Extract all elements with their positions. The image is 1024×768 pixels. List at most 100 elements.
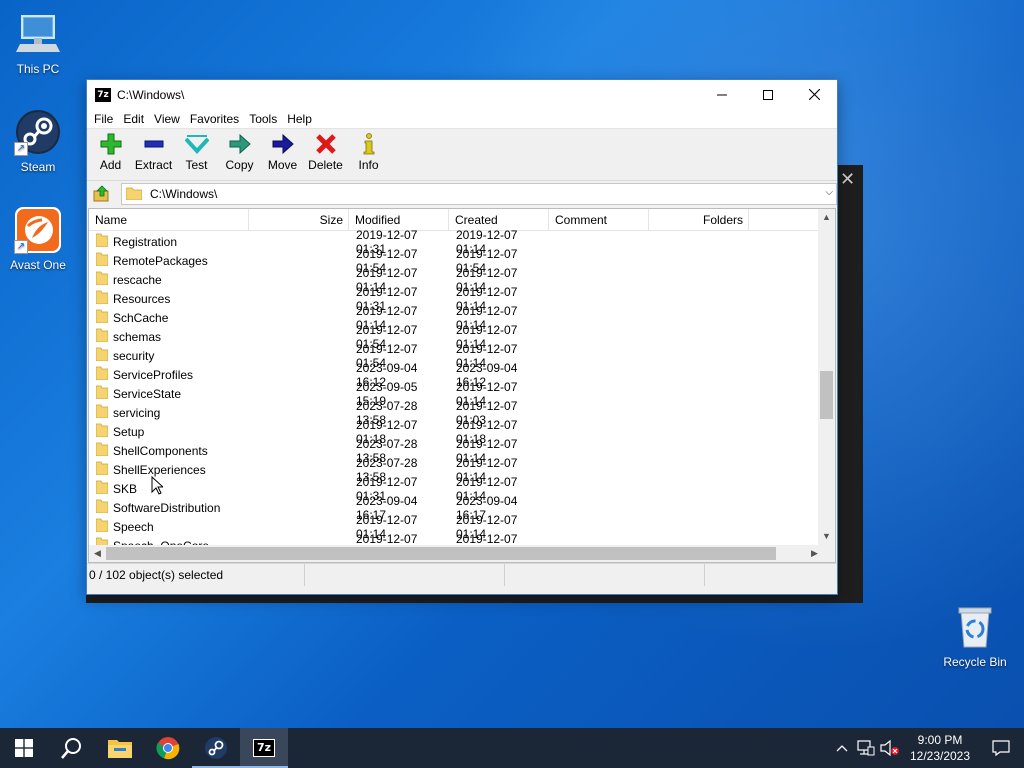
file-name: RemotePackages [113, 253, 208, 268]
start-icon [15, 739, 33, 757]
menu-help[interactable]: Help [282, 112, 317, 126]
title-bar[interactable]: 7z C:\Windows\ [87, 80, 837, 109]
steam-icon [205, 737, 227, 759]
test-button[interactable]: Test [175, 129, 218, 180]
taskbar-steam[interactable] [192, 728, 240, 768]
show-hidden-icons-button[interactable] [830, 728, 854, 768]
desktop-icon-label: Recycle Bin [943, 655, 1007, 669]
desktop-icon-recycle-bin[interactable]: Recycle Bin [937, 603, 1013, 669]
network-icon [857, 740, 875, 756]
minimize-icon [717, 94, 727, 95]
scroll-down-icon[interactable]: ▼ [818, 528, 835, 545]
cell-name: ShellComponents [89, 442, 250, 459]
maximize-button[interactable] [745, 80, 791, 109]
folder-icon [95, 271, 109, 288]
menu-edit[interactable]: Edit [118, 112, 149, 126]
recycle-bin-icon [951, 603, 999, 651]
menu-bar: File Edit View Favorites Tools Help [87, 109, 837, 129]
vertical-scrollbar[interactable]: ▲ ▼ [818, 209, 835, 545]
add-button[interactable]: Add [89, 129, 132, 180]
system-tray: 9:00 PM 12/23/2023 [830, 728, 1024, 768]
action-center-button[interactable] [978, 728, 1024, 768]
close-icon[interactable]: ✕ [840, 169, 855, 190]
clock-time: 9:00 PM [917, 733, 963, 747]
file-name: Speech [113, 519, 154, 534]
move-button[interactable]: Move [261, 129, 304, 180]
delete-icon [314, 133, 338, 155]
info-label: Info [358, 158, 379, 172]
taskbar-7zip[interactable]: 7z [240, 728, 288, 768]
scroll-up-icon[interactable]: ▲ [818, 209, 835, 226]
cell-name: servicing [89, 404, 250, 421]
desktop-icon-this-pc[interactable]: This PC [0, 10, 76, 76]
info-button[interactable]: Info [347, 129, 390, 180]
folder-icon [95, 442, 109, 459]
notification-icon [992, 740, 1010, 756]
horizontal-scroll-thumb[interactable] [106, 547, 776, 560]
folder-icon [95, 385, 109, 402]
cell-name: SoftwareDistribution [89, 499, 250, 516]
steam-icon: ↗ [14, 108, 62, 156]
file-name: ShellExperiences [113, 462, 206, 477]
chevron-down-icon[interactable]: ⌵ [825, 187, 833, 198]
avast-icon: ↗ [14, 206, 62, 254]
status-selection: 0 / 102 object(s) selected [87, 563, 305, 586]
window-title: C:\Windows\ [117, 87, 185, 102]
app-icon: 7z [95, 87, 111, 102]
start-button[interactable] [0, 728, 48, 768]
status-bar: 0 / 102 object(s) selected [87, 563, 837, 586]
add-label: Add [99, 158, 122, 172]
minimize-button[interactable] [699, 80, 745, 109]
file-name: Setup [113, 424, 145, 439]
file-rows: Registration 2019-12-07 01:31 2019-12-07 0… [89, 228, 823, 560]
file-name: servicing [113, 405, 161, 420]
shortcut-arrow-icon: ↗ [14, 142, 28, 156]
clock[interactable]: 9:00 PM 12/23/2023 [902, 732, 978, 764]
volume-button[interactable] [878, 728, 902, 768]
column-comment[interactable]: Comment [549, 209, 649, 231]
menu-tools[interactable]: Tools [244, 112, 282, 126]
desktop-icon-label: Steam [20, 160, 56, 174]
search-button[interactable] [48, 728, 96, 768]
horizontal-scrollbar[interactable]: ◀ ▶ [89, 545, 823, 562]
desktop-icon-steam[interactable]: ↗ Steam [0, 108, 76, 174]
column-folders[interactable]: Folders [649, 209, 749, 231]
close-button[interactable] [791, 80, 837, 109]
menu-favorites[interactable]: Favorites [185, 112, 244, 126]
test-icon [184, 133, 209, 155]
file-name: security [113, 348, 155, 363]
delete-button[interactable]: Delete [304, 129, 347, 180]
copy-button[interactable]: Copy [218, 129, 261, 180]
address-field[interactable]: C:\Windows\ ⌵ [121, 183, 837, 205]
status-modified [505, 563, 705, 586]
chrome-icon [156, 737, 180, 760]
folder-icon [95, 347, 109, 364]
move-icon [271, 133, 295, 155]
up-folder-button[interactable] [91, 184, 113, 204]
folder-icon [95, 366, 109, 383]
network-button[interactable] [854, 728, 878, 768]
extract-icon [142, 133, 166, 155]
folder-icon [95, 404, 109, 421]
cell-name: ShellExperiences [89, 461, 250, 478]
desktop-icon-label: Avast One [10, 258, 66, 272]
cell-name: ServiceProfiles [89, 366, 250, 383]
chevron-up-icon [836, 745, 848, 752]
menu-file[interactable]: File [89, 112, 118, 126]
column-size[interactable]: Size [249, 209, 349, 231]
cell-name: Registration [89, 233, 250, 250]
extract-button[interactable]: Extract [132, 129, 175, 180]
menu-view[interactable]: View [149, 112, 185, 126]
desktop-icon-avast[interactable]: ↗ Avast One [0, 206, 76, 272]
up-folder-icon [93, 185, 109, 202]
taskbar-file-explorer[interactable] [96, 728, 144, 768]
status-size [305, 563, 505, 586]
taskbar-chrome[interactable] [144, 728, 192, 768]
scroll-left-icon[interactable]: ◀ [89, 545, 106, 562]
close-icon [808, 89, 820, 100]
cell-name: rescache [89, 271, 250, 288]
column-name[interactable]: Name [89, 209, 249, 231]
vertical-scroll-thumb[interactable] [820, 371, 833, 419]
copy-label: Copy [225, 158, 254, 172]
file-name: ShellComponents [113, 443, 208, 458]
